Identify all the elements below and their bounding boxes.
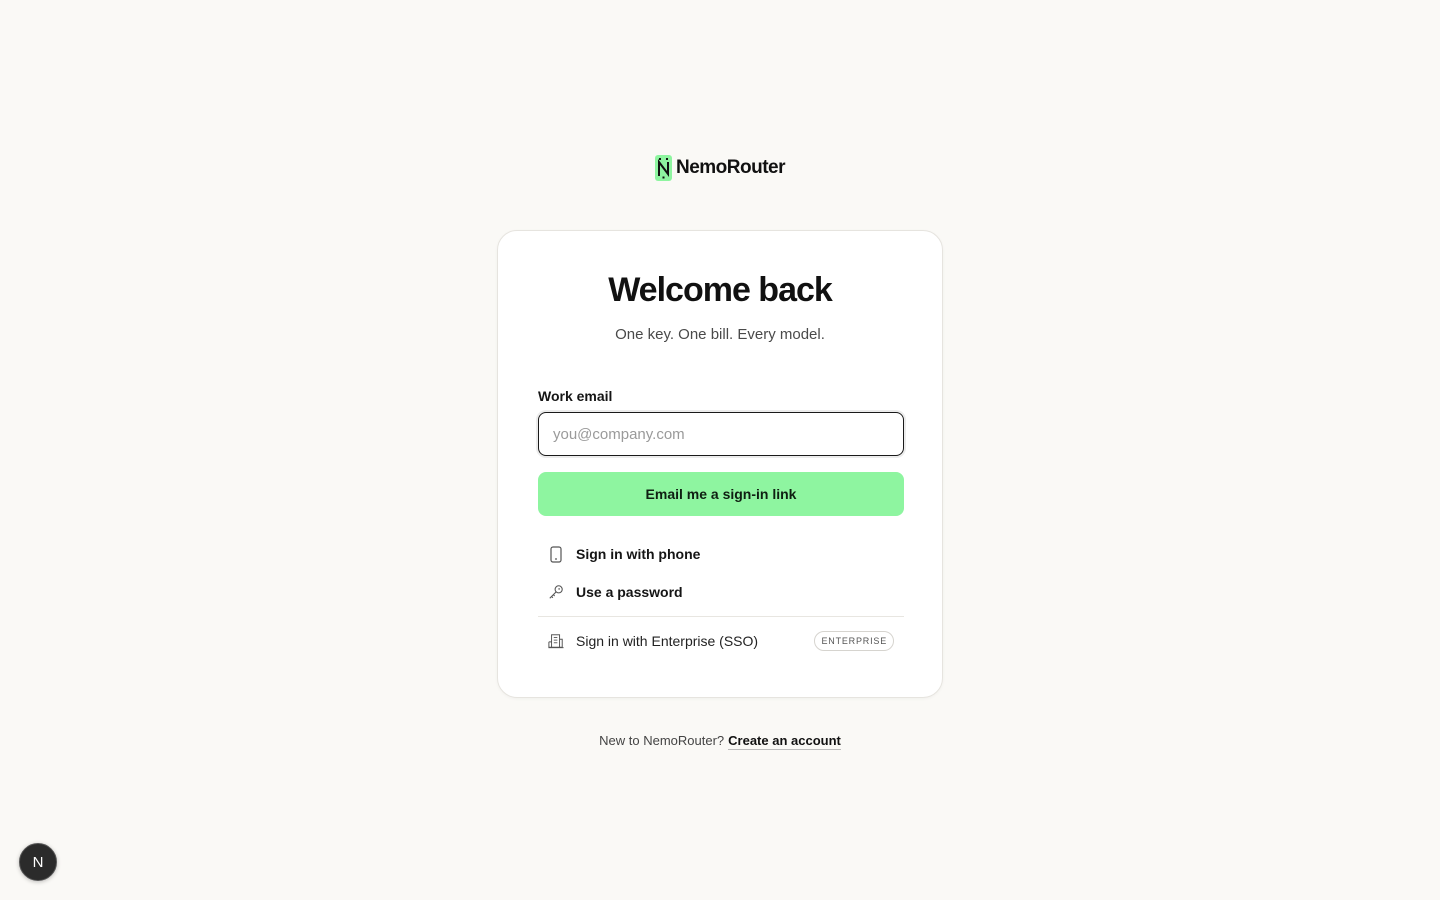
sign-in-with-phone-label: Sign in with phone bbox=[576, 546, 701, 562]
dev-tools-letter: N bbox=[32, 853, 44, 871]
page-title: Welcome back bbox=[608, 271, 833, 309]
brand-name: NemoRouter bbox=[675, 157, 786, 178]
brand-logo[interactable]: NemoRouter bbox=[0, 155, 1440, 181]
signup-prompt-text: New to NemoRouter? bbox=[599, 733, 725, 748]
signup-prompt: New to NemoRouter? Create an account bbox=[0, 733, 1440, 750]
page-subtitle: One key. One bill. Every model. bbox=[615, 326, 825, 343]
enterprise-badge: ENTERPRISE bbox=[814, 631, 894, 651]
email-field-label: Work email bbox=[538, 388, 613, 404]
use-password-label: Use a password bbox=[576, 584, 683, 600]
nemorouter-logo-icon bbox=[654, 155, 672, 181]
sign-in-with-sso-label: Sign in with Enterprise (SSO) bbox=[576, 633, 759, 649]
create-account-link[interactable]: Create an account bbox=[728, 733, 841, 750]
building-icon bbox=[548, 632, 564, 650]
sign-in-with-phone-option[interactable]: Sign in with phone bbox=[538, 537, 904, 571]
sign-in-with-sso-option[interactable]: Sign in with Enterprise (SSO) ENTERPRISE bbox=[538, 624, 904, 658]
options-divider bbox=[538, 616, 904, 617]
phone-icon bbox=[548, 545, 564, 563]
sign-in-page: NemoRouter Welcome back One key. One bil… bbox=[0, 0, 1440, 900]
sign-in-card: Welcome back One key. One bill. Every mo… bbox=[497, 230, 943, 698]
email-field[interactable] bbox=[538, 412, 904, 456]
key-icon bbox=[548, 583, 564, 601]
email-sign-in-link-button[interactable]: Email me a sign-in link bbox=[538, 472, 904, 516]
dev-tools-button[interactable]: N bbox=[19, 843, 57, 881]
use-password-option[interactable]: Use a password bbox=[538, 575, 904, 609]
